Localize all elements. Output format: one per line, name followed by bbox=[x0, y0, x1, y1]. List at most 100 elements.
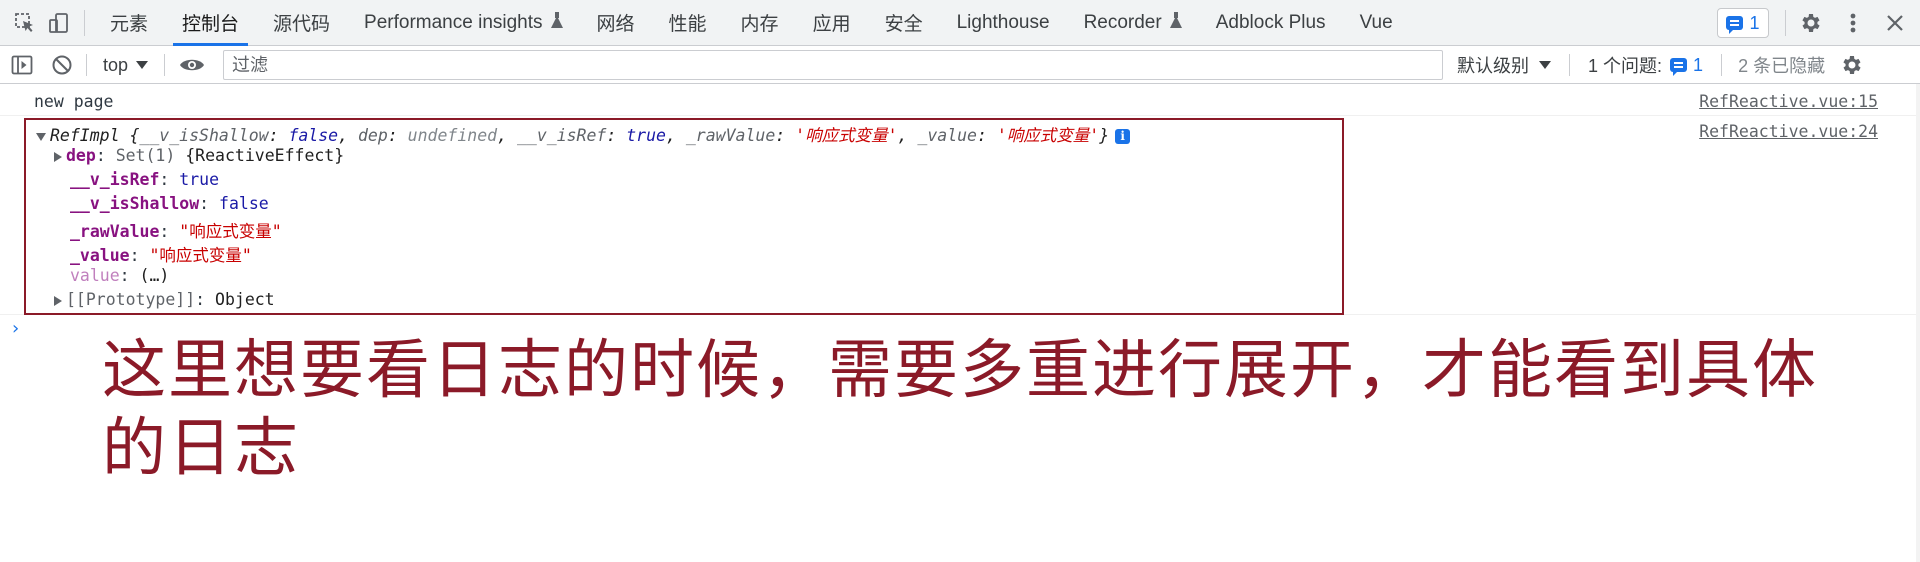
tab-1[interactable]: 控制台 bbox=[165, 0, 256, 46]
getter-invoke[interactable]: (…) bbox=[140, 266, 170, 285]
summary-value: false bbox=[288, 126, 339, 145]
filter-field[interactable] bbox=[223, 50, 1444, 80]
log-source-link[interactable]: RefReactive.vue:15 bbox=[1699, 92, 1878, 111]
issues-badge-count: 1 bbox=[1749, 12, 1760, 33]
property-dep[interactable]: dep: Set(1) {ReactiveEffect} bbox=[54, 146, 344, 165]
property-v-isshallow: __v_isShallow: false bbox=[70, 194, 269, 213]
tab-label: 控制台 bbox=[182, 14, 240, 35]
log-level-value: 默认级别 bbox=[1457, 56, 1530, 76]
devtools-tabbar: 元素 控制台 源代码 Performance insights 网络 性能 内存 应用 安全 Li… bbox=[0, 0, 1920, 46]
filter-input[interactable] bbox=[232, 54, 1443, 76]
property-key: __v_isRef bbox=[70, 170, 160, 189]
issues-badge-button[interactable]: 1 bbox=[1717, 8, 1769, 38]
property-value: false bbox=[219, 194, 269, 213]
summary-value: '响应式变量' bbox=[795, 126, 898, 145]
toolbar-separator bbox=[1721, 54, 1723, 76]
tab-9[interactable]: Lighthouse bbox=[940, 0, 1067, 46]
tab-5[interactable]: 性能 bbox=[652, 0, 724, 46]
tab-8[interactable]: 安全 bbox=[868, 0, 940, 46]
object-summary-toggle[interactable]: RefImpl {__v_isShallow: false, dep: unde… bbox=[36, 122, 1131, 146]
log-message: new page bbox=[34, 92, 114, 111]
gear-icon[interactable] bbox=[1790, 0, 1832, 46]
property-colon: : bbox=[119, 266, 140, 285]
object-source-link[interactable]: RefReactive.vue:24 bbox=[1699, 122, 1878, 141]
property-colon: : bbox=[199, 194, 220, 213]
close-icon[interactable] bbox=[1874, 0, 1916, 46]
property-colon: : bbox=[129, 246, 150, 265]
property-value: Set(1) bbox=[115, 146, 176, 165]
clear-console-icon[interactable] bbox=[42, 47, 82, 84]
device-toolbar-icon[interactable] bbox=[42, 0, 76, 46]
tab-2[interactable]: 源代码 bbox=[256, 0, 347, 46]
tab-label: 性能 bbox=[668, 14, 707, 35]
issues-chat-icon bbox=[1726, 16, 1744, 34]
summary-punct: : bbox=[775, 126, 796, 145]
property-value: "响应式变量" bbox=[149, 246, 252, 265]
property-colon: : bbox=[159, 222, 180, 241]
expand-triangle-icon bbox=[54, 295, 62, 306]
issues-button[interactable]: 1 个问题: 1 bbox=[1574, 52, 1717, 78]
console-settings-gear-icon[interactable] bbox=[1837, 47, 1867, 84]
tab-3[interactable]: Performance insights bbox=[347, 0, 579, 46]
object-class-name: RefImpl bbox=[50, 126, 120, 145]
summary-value: true bbox=[626, 126, 666, 145]
property-value: true bbox=[179, 170, 220, 189]
tab-6[interactable]: 内存 bbox=[724, 0, 796, 46]
summary-punct: : bbox=[606, 126, 627, 145]
chevron-down-icon bbox=[136, 61, 149, 69]
tab-11[interactable]: Adblock Plus bbox=[1199, 0, 1343, 46]
tab-10[interactable]: Recorder bbox=[1067, 0, 1199, 46]
property-key: dep bbox=[66, 146, 96, 165]
summary-punct: : bbox=[268, 126, 289, 145]
issues-count: 1 bbox=[1670, 55, 1703, 76]
summary-key: _rawValue bbox=[685, 126, 776, 145]
chevron-down-icon bbox=[1539, 61, 1552, 69]
console-log-row: new page RefReactive.vue:15 bbox=[0, 89, 1920, 116]
show-sidebar-icon[interactable] bbox=[2, 47, 42, 84]
experiment-flask-icon bbox=[550, 11, 563, 28]
property-rawvalue: _rawValue: "响应式变量" bbox=[70, 218, 282, 242]
tab-label: 元素 bbox=[110, 14, 149, 35]
property-key: _value bbox=[70, 246, 130, 265]
property-key: __v_isShallow bbox=[70, 194, 200, 213]
summary-punct: , bbox=[338, 126, 358, 145]
tab-label: Lighthouse bbox=[956, 11, 1050, 33]
prompt-chevron-icon: › bbox=[12, 318, 20, 339]
live-expression-eye-icon[interactable] bbox=[169, 47, 215, 84]
inspect-element-icon[interactable] bbox=[8, 0, 42, 46]
tab-0[interactable]: 元素 bbox=[93, 0, 165, 46]
kebab-menu-icon[interactable] bbox=[1832, 0, 1874, 46]
tab-12[interactable]: Vue bbox=[1343, 0, 1410, 46]
property-value-field: _value: "响应式变量" bbox=[70, 242, 252, 266]
experiment-flask-icon bbox=[1169, 11, 1182, 28]
console-toolbar: top 默认级别 1 个问题: 1 2 条已隐藏 bbox=[0, 47, 1920, 84]
summary-punct: , bbox=[665, 126, 686, 145]
hidden-messages-count: 2 条已隐藏 bbox=[1738, 56, 1826, 76]
property-value-extra: {ReactiveEffect} bbox=[185, 146, 345, 165]
tabbar-right-controls: 1 bbox=[1717, 0, 1920, 46]
tab-4[interactable]: 网络 bbox=[580, 0, 652, 46]
summary-punct: , bbox=[897, 126, 918, 145]
toolbar-separator bbox=[164, 54, 166, 76]
scrollbar-track[interactable] bbox=[1916, 84, 1920, 562]
context-selector[interactable]: top bbox=[91, 55, 160, 76]
panel-tabs: 元素 控制台 源代码 Performance insights 网络 性能 内存 应用 安全 Li… bbox=[93, 0, 1410, 46]
property-prototype[interactable]: [[Prototype]]: Object bbox=[54, 290, 275, 309]
tab-label: 应用 bbox=[812, 14, 851, 35]
info-icon[interactable]: i bbox=[1115, 129, 1131, 144]
tabbar-right-separator bbox=[1785, 10, 1786, 36]
property-value-getter[interactable]: value: (…) bbox=[70, 266, 169, 285]
toolbar-separator bbox=[1569, 54, 1571, 76]
tab-label: 内存 bbox=[740, 14, 779, 35]
summary-punct: : bbox=[387, 126, 408, 145]
issues-chat-icon bbox=[1670, 58, 1688, 76]
issues-count-value: 1 bbox=[1693, 54, 1704, 75]
summary-punct: { bbox=[119, 126, 140, 145]
property-colon: : bbox=[159, 170, 180, 189]
tab-7[interactable]: 应用 bbox=[796, 0, 868, 46]
property-colon: : bbox=[195, 290, 216, 309]
tab-label: 安全 bbox=[884, 14, 923, 35]
summary-value: '响应式变量' bbox=[996, 126, 1100, 145]
log-level-dropdown[interactable]: 默认级别 bbox=[1443, 52, 1565, 78]
tab-label: Performance insights bbox=[364, 11, 543, 33]
